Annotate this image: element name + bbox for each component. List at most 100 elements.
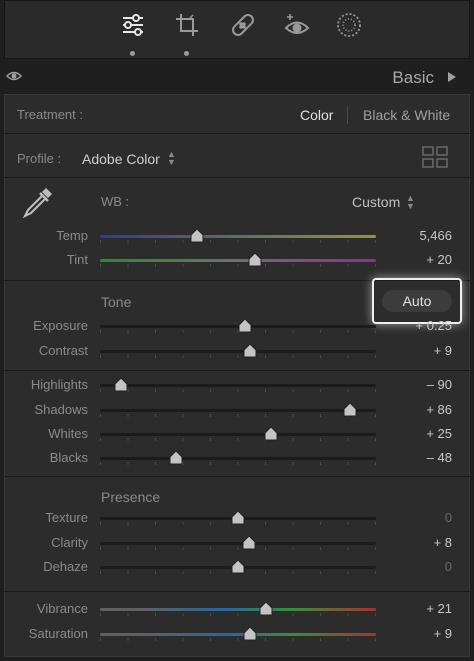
red-eye-icon[interactable] [277,11,317,55]
vibrance-label: Vibrance [36,601,88,616]
collapse-triangle-icon[interactable] [446,69,458,85]
highlights-label: Highlights [30,377,88,392]
highlights-slider-track [100,384,376,387]
presence-group-title: Presence [101,489,161,505]
contrast-slider-ticks [100,355,376,358]
saturation-slider-ticks [100,638,376,641]
exposure-slider-thumb[interactable] [238,319,252,333]
eye-icon[interactable] [6,70,22,82]
wb-dropdown-arrows-icon[interactable]: ▲ ▼ [406,194,415,211]
whites-slider[interactable] [100,427,376,442]
exposure-slider[interactable] [100,319,376,334]
clarity-slider-track [100,542,376,545]
blacks-slider-thumb[interactable] [169,451,183,465]
dehaze-label: Dehaze [43,559,88,574]
vibrance-slider-thumb[interactable] [259,602,273,616]
whites-label: Whites [48,426,88,441]
blacks-slider-ticks [100,462,376,465]
shadows-value[interactable]: + 86 [382,402,452,417]
masking-icon[interactable] [329,11,369,55]
wb-label: WB : [101,194,130,209]
tint-slider[interactable] [100,253,376,268]
highlights-slider-thumb[interactable] [114,378,128,392]
edit-sliders-icon[interactable] [113,11,153,56]
contrast-value[interactable]: + 9 [382,343,452,358]
treatment-color-option[interactable]: Color [300,107,333,123]
contrast-slider-track [100,350,376,353]
blacks-value[interactable]: – 48 [382,450,452,465]
temp-slider[interactable] [100,229,376,244]
texture-slider-thumb[interactable] [231,511,245,525]
clarity-label: Clarity [51,535,88,550]
crop-icon[interactable] [167,11,207,56]
blacks-slider[interactable] [100,451,376,466]
contrast-slider[interactable] [100,344,376,359]
vibrance-value[interactable]: + 21 [382,601,452,616]
texture-value[interactable]: 0 [382,510,452,525]
clarity-slider[interactable] [100,536,376,551]
contrast-slider-thumb[interactable] [243,344,257,358]
whites-slider-thumb[interactable] [264,427,278,441]
treatment-bw-option[interactable]: Black & White [363,107,450,123]
temp-slider-ticks [100,240,376,243]
divider [4,177,470,178]
auto-button[interactable]: Auto [382,290,452,312]
panel-header[interactable]: Basic [0,62,474,92]
vibrance-slider-track [100,608,376,611]
shadows-slider-ticks [100,414,376,417]
divider [4,476,470,477]
shadows-slider-track [100,409,376,412]
contrast-label: Contrast [38,343,88,358]
dehaze-slider[interactable] [100,560,376,575]
healing-icon[interactable] [223,11,263,55]
profile-browser-grid-icon[interactable] [422,146,448,168]
tint-slider-thumb[interactable] [248,253,262,267]
saturation-value[interactable]: + 9 [382,626,452,641]
shadows-label: Shadows [34,402,88,417]
wb-dropdown[interactable]: Custom [352,194,400,210]
tint-label: Tint [66,252,88,267]
treatment-separator [347,106,348,124]
tone-group-title: Tone [101,294,132,310]
saturation-label: Saturation [28,626,88,641]
active-indicator-dot [130,51,135,56]
white-balance-eyedropper-icon[interactable] [16,182,58,224]
dehaze-slider-thumb[interactable] [231,560,245,574]
vibrance-slider-ticks [100,613,376,616]
profile-dropdown-arrows-icon[interactable]: ▲ ▼ [167,150,176,167]
profile-dropdown[interactable]: Adobe Color [82,151,160,167]
blacks-label: Blacks [49,450,88,465]
panel-title: Basic [392,68,434,87]
clarity-value[interactable]: + 8 [382,535,452,550]
temp-value[interactable]: 5,466 [382,228,452,243]
temp-slider-thumb[interactable] [190,229,204,243]
profile-label: Profile : [17,151,62,166]
texture-label: Texture [45,510,88,525]
tint-slider-ticks [100,264,376,267]
saturation-slider-track [100,633,376,636]
saturation-slider[interactable] [100,627,376,642]
whites-value[interactable]: + 25 [382,426,452,441]
blacks-slider-track [100,457,376,460]
tool-strip [4,0,470,59]
highlights-slider-ticks [100,389,376,392]
exposure-value[interactable]: + 0.25 [382,318,452,333]
dehaze-value[interactable]: 0 [382,559,452,574]
texture-slider[interactable] [100,511,376,526]
saturation-slider-thumb[interactable] [243,627,257,641]
shadows-slider[interactable] [100,403,376,418]
indicator-dot [184,51,189,56]
vibrance-slider[interactable] [100,602,376,617]
divider [4,133,470,134]
tint-slider-track [100,259,376,262]
highlights-value[interactable]: – 90 [382,377,452,392]
divider [4,370,470,371]
treatment-label: Treatment : [17,107,83,122]
shadows-slider-thumb[interactable] [343,403,357,417]
highlights-slider[interactable] [100,378,376,393]
clarity-slider-thumb[interactable] [242,536,256,550]
tint-value[interactable]: + 20 [382,252,452,267]
whites-slider-track [100,433,376,436]
temp-label: Temp [56,228,88,243]
clarity-slider-ticks [100,547,376,550]
